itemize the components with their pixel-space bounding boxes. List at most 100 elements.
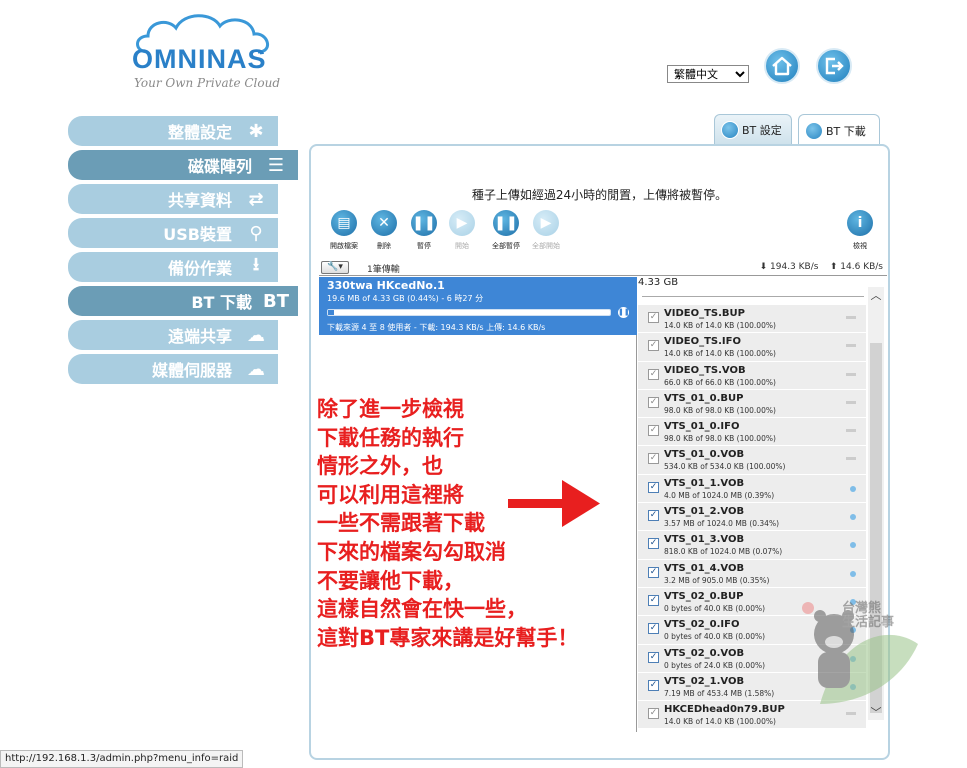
- file-checkbox[interactable]: ✓: [648, 708, 659, 720]
- file-checkbox[interactable]: ✓: [648, 679, 659, 691]
- file-size: 98.0 KB of 98.0 KB (100.00%): [664, 434, 776, 444]
- sidebar-item[interactable]: 遠端共享 ☁: [68, 320, 278, 350]
- upload-speed: ⬆ 14.6 KB/s: [829, 262, 883, 272]
- scroll-up-icon[interactable]: ︿: [868, 287, 884, 303]
- toolbar-button-label: 全部暫停: [492, 242, 520, 250]
- file-row[interactable]: ✓ VTS_01_0.IFO 98.0 KB of 98.0 KB (100.00%…: [638, 418, 866, 447]
- sidebar-item[interactable]: 媒體伺服器 ☁: [68, 354, 278, 384]
- complete-indicator-icon: [846, 457, 856, 461]
- file-size: 0 bytes of 40.0 KB (0.00%): [664, 603, 766, 613]
- toolbar-button[interactable]: i 檢視: [843, 210, 877, 251]
- backup-icon: ⭳: [252, 254, 260, 275]
- file-row[interactable]: ✓ VIDEO_TS.IFO 14.0 KB of 14.0 KB (100.00%…: [638, 333, 866, 362]
- status-url: http://192.168.1.3/admin.php?menu_info=r…: [0, 750, 244, 768]
- file-row[interactable]: ✓ VTS_01_2.VOB 3.57 MB of 1024.0 MB (0.34%…: [638, 503, 866, 532]
- annotation-line: 除了進一步檢視: [317, 397, 464, 421]
- file-checkbox[interactable]: ✓: [648, 368, 659, 380]
- annotation-line: 情形之外，也: [317, 454, 443, 479]
- bt-download-icon: BT: [263, 290, 289, 312]
- home-button[interactable]: [764, 48, 800, 84]
- file-row[interactable]: ✓ VTS_01_3.VOB 818.0 KB of 1024.0 MB (0.07…: [638, 531, 866, 560]
- disk-array-icon: ☰: [267, 154, 285, 176]
- tab-bt-download[interactable]: BT 下載: [798, 114, 880, 146]
- settings-menu-button[interactable]: 🔧▾: [321, 261, 349, 274]
- share-arrows-icon: ⇄: [248, 188, 264, 210]
- sidebar-item[interactable]: 備份作業 ⭳: [68, 252, 278, 282]
- toolbar-button[interactable]: ✕ 刪除: [367, 210, 401, 251]
- language-select[interactable]: 繁體中文: [667, 65, 749, 83]
- file-name: VTS_01_2.VOB: [664, 506, 745, 518]
- file-row[interactable]: ✓ VTS_01_0.BUP 98.0 KB of 98.0 KB (100.00%…: [638, 389, 866, 419]
- sidebar-item[interactable]: 磁碟陣列 ☰: [68, 150, 298, 180]
- info-icon: i: [847, 210, 873, 236]
- sidebar-item[interactable]: 共享資料 ⇄: [68, 184, 278, 214]
- total-size: 4.33 GB: [638, 277, 679, 288]
- sidebar-item[interactable]: 整體設定 ✱: [68, 116, 278, 146]
- file-name: VTS_02_0.BUP: [664, 590, 744, 602]
- toolbar-button-label: 全部開始: [532, 242, 560, 250]
- bt-icon: [805, 121, 823, 140]
- file-row[interactable]: ✓ VIDEO_TS.VOB 66.0 KB of 66.0 KB (100.00%…: [638, 361, 866, 390]
- annotation-line: 下載任務的執行: [317, 425, 464, 450]
- pause-all-icon: ❚❚: [493, 210, 519, 236]
- toolbar: ▤ 開啟檔案 ✕ 刪除 ❚❚ 暫停 ▶ 開始 ❚❚ 全部暫停 ▶ 全部開始 i 檢視: [327, 210, 887, 256]
- file-name: VIDEO_TS.BUP: [664, 308, 745, 319]
- toolbar-button[interactable]: ❚❚ 全部暫停: [489, 210, 523, 251]
- sidebar-item-label: 共享資料: [167, 191, 232, 210]
- file-checkbox[interactable]: ✓: [648, 481, 659, 493]
- file-row[interactable]: ✓ VIDEO_TS.BUP 14.0 KB of 14.0 KB (100.00%…: [638, 305, 866, 334]
- task-pause-button[interactable]: ❚❚: [618, 307, 630, 318]
- file-checkbox[interactable]: ✓: [648, 510, 659, 522]
- file-checkbox[interactable]: ✓: [648, 425, 659, 437]
- file-size: 0 bytes of 24.0 KB (0.00%): [664, 660, 766, 670]
- file-checkbox[interactable]: ✓: [648, 340, 659, 352]
- toolbar-button[interactable]: ▶ 開始: [445, 210, 479, 251]
- file-name: VTS_02_0.VOB: [664, 647, 745, 659]
- toolbar-button-label: 檢視: [853, 242, 867, 250]
- file-checkbox[interactable]: ✓: [648, 566, 659, 578]
- file-checkbox[interactable]: ✓: [648, 538, 659, 550]
- file-row[interactable]: ✓ VTS_01_4.VOB 3.2 MB of 905.0 MB (0.35%): [638, 559, 866, 588]
- file-row[interactable]: ✓ VTS_01_1.VOB 4.0 MB of 1024.0 MB (0.39%): [638, 474, 866, 504]
- file-checkbox[interactable]: ✓: [648, 594, 659, 606]
- download-speed: ⬇ 194.3 KB/s: [759, 262, 819, 272]
- complete-indicator-icon: [846, 372, 856, 376]
- toolbar-button-label: 開啟檔案: [330, 242, 358, 250]
- logo-text: OMNINAS: [132, 44, 267, 74]
- file-checkbox[interactable]: ✓: [648, 453, 659, 465]
- toolbar-button[interactable]: ❚❚ 暫停: [407, 210, 441, 251]
- file-name: VTS_01_1.VOB: [664, 477, 745, 489]
- tab-label: BT 設定: [742, 123, 782, 137]
- file-row[interactable]: ✓ VTS_01_0.VOB 534.0 KB of 534.0 KB (100.0…: [638, 446, 866, 475]
- bt-icon: [721, 120, 739, 139]
- remote-share-icon: ☁: [247, 324, 265, 346]
- transfer-count: 1筆傳輸: [367, 265, 400, 275]
- file-checkbox[interactable]: ✓: [648, 312, 659, 323]
- complete-indicator-icon: [846, 316, 856, 319]
- annotation-line: 下來的檔案勾勾取消: [317, 539, 506, 564]
- downloading-indicator-icon: [850, 485, 856, 492]
- sidebar-item-label: USB裝置: [163, 225, 232, 244]
- file-checkbox[interactable]: ✓: [648, 623, 659, 635]
- sidebar-item[interactable]: BT 下載 BT: [68, 286, 298, 316]
- file-size: 14.0 KB of 14.0 KB (100.00%): [664, 321, 776, 330]
- bear-watermark: 台灣熊 生活記事: [800, 594, 920, 714]
- task-item[interactable]: 330twa HKcedNo.1 19.6 MB of 4.33 GB (0.4…: [319, 277, 637, 335]
- media-server-icon: ☁: [247, 358, 265, 380]
- file-checkbox[interactable]: ✓: [648, 396, 659, 408]
- play-icon: ▶: [449, 210, 475, 236]
- sidebar-item-label: 媒體伺服器: [151, 361, 232, 380]
- tab-bt-settings[interactable]: BT 設定: [714, 114, 792, 144]
- file-name: VTS_01_3.VOB: [664, 534, 745, 546]
- sidebar-item[interactable]: USB裝置 ⚲: [68, 218, 278, 248]
- downloading-indicator-icon: [850, 542, 856, 549]
- omninas-logo: OMNINAS Your Own Private Cloud: [128, 10, 288, 90]
- red-arrow-icon: [508, 480, 600, 527]
- file-checkbox[interactable]: ✓: [648, 651, 659, 663]
- toolbar-button[interactable]: ▶ 全部開始: [529, 210, 563, 251]
- file-name: VTS_01_0.BUP: [664, 392, 744, 404]
- downloading-indicator-icon: [850, 570, 856, 577]
- logout-button[interactable]: [816, 48, 852, 84]
- toolbar-button[interactable]: ▤ 開啟檔案: [327, 210, 361, 251]
- file-name: VIDEO_TS.IFO: [664, 336, 741, 348]
